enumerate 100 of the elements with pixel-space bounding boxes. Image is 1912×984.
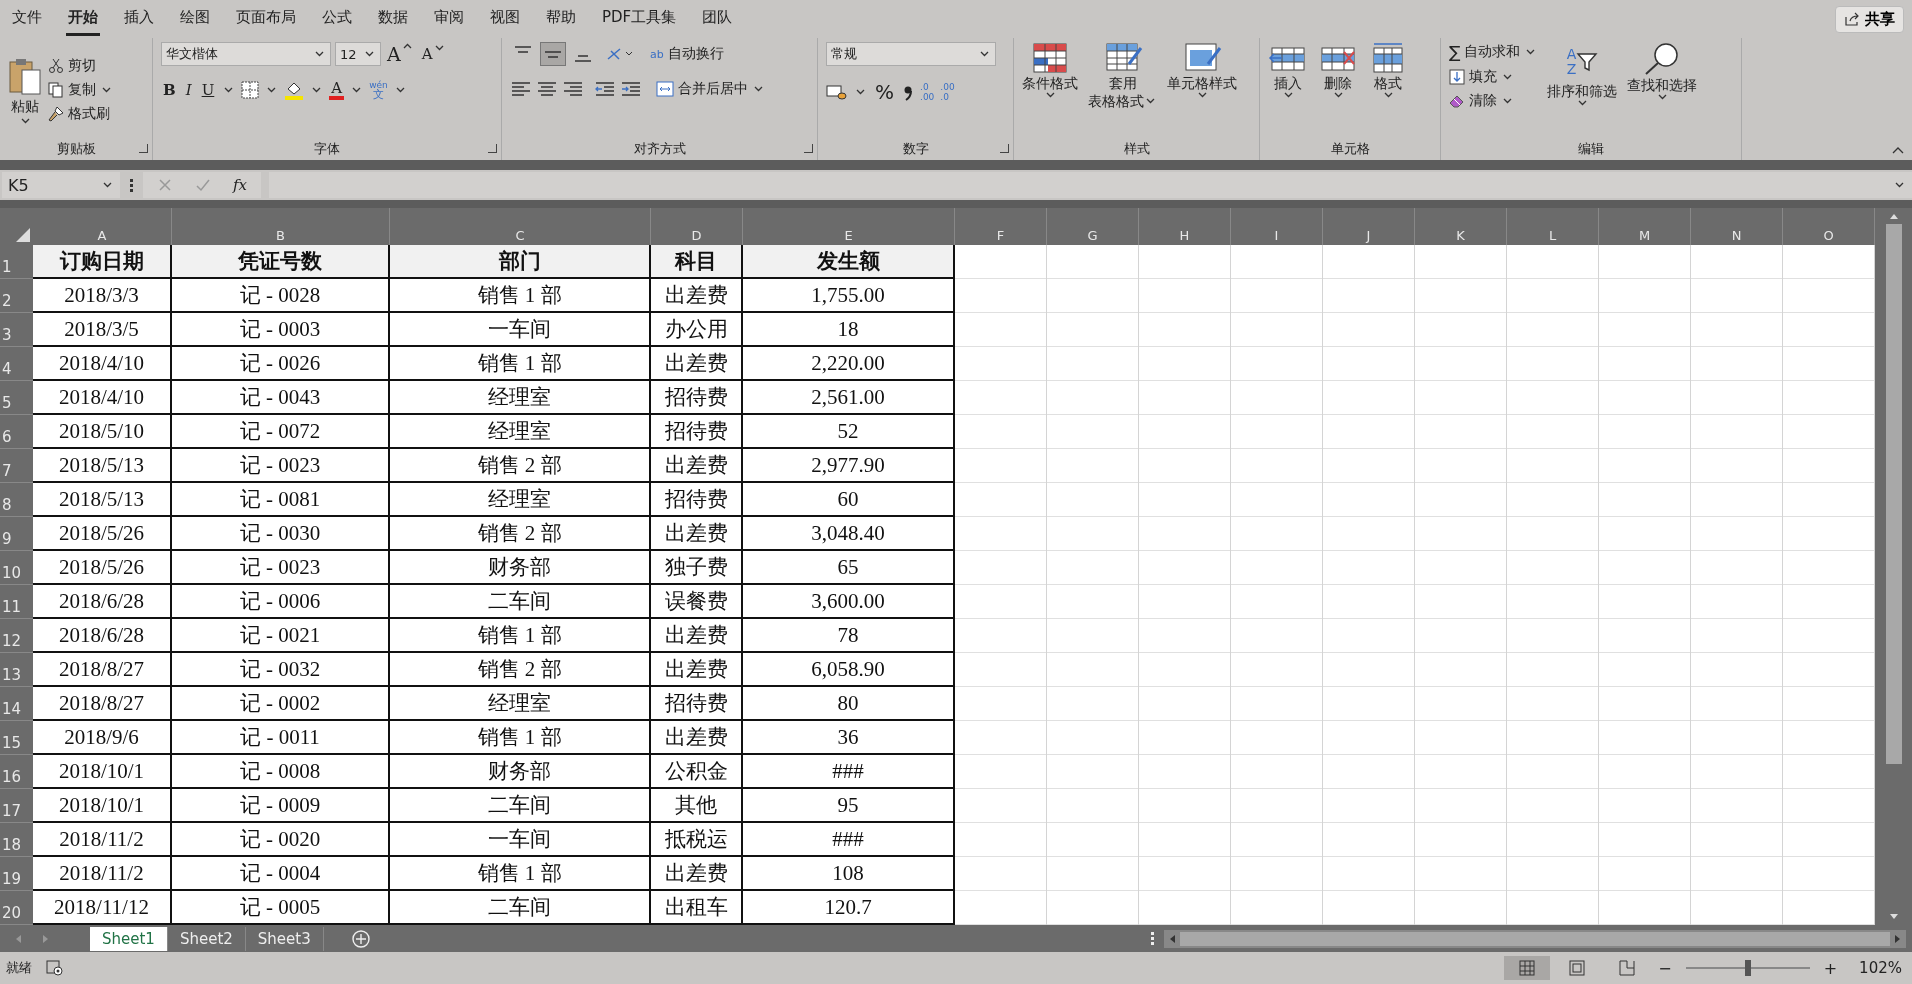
align-center-icon[interactable] [536, 80, 558, 98]
sheet-tab[interactable]: Sheet3 [245, 926, 324, 951]
column-header[interactable]: G [1047, 208, 1139, 245]
grow-font-button[interactable]: A [385, 43, 416, 65]
scrollbar-thumb[interactable] [1180, 931, 1890, 946]
dialog-launcher-icon[interactable] [1000, 144, 1009, 153]
row-header[interactable]: 10 [0, 551, 33, 585]
align-right-icon[interactable] [562, 80, 584, 98]
dialog-launcher-icon[interactable] [139, 144, 148, 153]
format-painter-button[interactable]: 格式刷 [48, 105, 113, 123]
column-header[interactable]: N [1691, 208, 1783, 245]
column-header[interactable]: A [33, 208, 172, 245]
ribbon-tab[interactable]: 页面布局 [234, 2, 298, 36]
row-header[interactable]: 13 [0, 653, 33, 687]
ribbon-tab[interactable]: 开始 [66, 2, 100, 36]
autosum-button[interactable]: ∑ 自动求和 [1449, 42, 1538, 62]
scrollbar-thumb[interactable] [1885, 224, 1902, 764]
vertical-align-button[interactable] [540, 42, 566, 66]
insert-function-button[interactable]: fx [233, 176, 247, 194]
sheet-tab[interactable]: Sheet1 [90, 926, 168, 951]
find-select-button[interactable]: 查找和选择 [1627, 42, 1698, 100]
view-button[interactable] [1504, 956, 1551, 980]
shrink-font-button[interactable]: A [419, 45, 448, 63]
row-header[interactable]: 18 [0, 823, 33, 857]
column-header[interactable]: D [651, 208, 743, 245]
row-header[interactable]: 1 [0, 245, 33, 279]
row-header[interactable]: 20 [0, 891, 33, 925]
column-header[interactable]: L [1507, 208, 1599, 245]
copy-button[interactable]: 复制 [48, 81, 113, 99]
ribbon-tab[interactable]: 绘图 [178, 2, 212, 36]
scroll-left-icon[interactable] [1168, 933, 1178, 944]
underline-button[interactable]: U [199, 81, 217, 99]
italic-button[interactable]: I [183, 81, 194, 99]
empty-cells[interactable] [955, 245, 1875, 925]
font-size-dropdown[interactable]: 12 [335, 42, 381, 66]
currency-icon[interactable] [826, 83, 848, 101]
row-header[interactable]: 2 [0, 279, 33, 313]
cells-button[interactable]: 插入 [1268, 42, 1308, 98]
row-header[interactable]: 15 [0, 721, 33, 755]
fill-color-icon[interactable] [284, 80, 305, 100]
formula-input[interactable] [269, 172, 1912, 198]
column-header[interactable]: B [172, 208, 390, 245]
fill-button[interactable]: 填充 [1449, 68, 1538, 86]
share-button[interactable]: 共享 [1835, 5, 1904, 33]
scroll-up-icon[interactable] [1888, 212, 1899, 222]
row-header[interactable]: 9 [0, 517, 33, 551]
style-button[interactable]: 单元格样式 [1167, 42, 1237, 98]
number-format-dropdown[interactable]: 常规 [826, 42, 996, 66]
ribbon-tab[interactable]: 插入 [122, 2, 156, 36]
wrap-text-button[interactable]: ab 自动换行 [650, 45, 724, 63]
column-header[interactable]: M [1599, 208, 1691, 245]
collapse-ribbon-icon[interactable] [1892, 146, 1904, 154]
ribbon-tab[interactable]: PDF工具集 [600, 2, 679, 36]
column-header[interactable]: F [955, 208, 1047, 245]
zoom-in-button[interactable]: + [1819, 958, 1842, 978]
percent-button[interactable]: % [873, 80, 896, 104]
bold-button[interactable]: B [161, 81, 178, 99]
ribbon-tab[interactable]: 审阅 [432, 2, 466, 36]
sheet-tab[interactable]: Sheet2 [167, 926, 246, 951]
row-header[interactable]: 8 [0, 483, 33, 517]
ribbon-tab[interactable]: 公式 [320, 2, 354, 36]
clear-button[interactable]: 清除 [1449, 92, 1538, 110]
column-header[interactable]: C [390, 208, 651, 245]
ribbon-tab[interactable]: 数据 [376, 2, 410, 36]
cells-button[interactable]: 格式 [1368, 42, 1408, 98]
align-left-icon[interactable] [510, 80, 532, 98]
decrease-indent-icon[interactable] [594, 80, 616, 98]
scroll-down-icon[interactable] [1888, 911, 1899, 921]
row-header[interactable]: 19 [0, 857, 33, 891]
ribbon-tab[interactable]: 帮助 [544, 2, 578, 36]
font-color-button[interactable]: A [329, 80, 345, 100]
ribbon-tab[interactable]: 团队 [700, 2, 735, 36]
column-header[interactable]: J [1323, 208, 1415, 245]
row-header[interactable]: 7 [0, 449, 33, 483]
macro-record-icon[interactable] [46, 960, 64, 976]
font-name-dropdown[interactable]: 华文楷体 [161, 42, 331, 66]
increase-indent-icon[interactable] [620, 80, 642, 98]
name-box[interactable]: K5 [2, 172, 120, 198]
row-header[interactable]: 4 [0, 347, 33, 381]
cells-button[interactable]: 删除 [1318, 42, 1358, 98]
zoom-out-button[interactable]: − [1654, 958, 1676, 978]
row-header[interactable]: 16 [0, 755, 33, 789]
dialog-launcher-icon[interactable] [804, 144, 813, 153]
add-sheet-icon[interactable] [351, 929, 370, 948]
style-button[interactable]: 套用 表格格式 [1088, 42, 1157, 110]
column-header[interactable]: H [1139, 208, 1231, 245]
column-header[interactable]: E [743, 208, 955, 245]
ribbon-tab[interactable]: 文件 [10, 2, 44, 36]
sort-filter-button[interactable]: A Z 排序和筛选 [1547, 42, 1618, 106]
row-header[interactable]: 5 [0, 381, 33, 415]
row-header[interactable]: 11 [0, 585, 33, 619]
dialog-launcher-icon[interactable] [488, 144, 497, 153]
column-header[interactable]: O [1783, 208, 1875, 245]
column-header[interactable]: I [1231, 208, 1323, 245]
paste-button[interactable]: 粘贴 [8, 56, 42, 124]
zoom-level[interactable]: 102% [1859, 959, 1902, 977]
row-header[interactable]: 12 [0, 619, 33, 653]
row-header[interactable]: 14 [0, 687, 33, 721]
column-header[interactable]: K [1415, 208, 1507, 245]
row-header[interactable]: 17 [0, 789, 33, 823]
